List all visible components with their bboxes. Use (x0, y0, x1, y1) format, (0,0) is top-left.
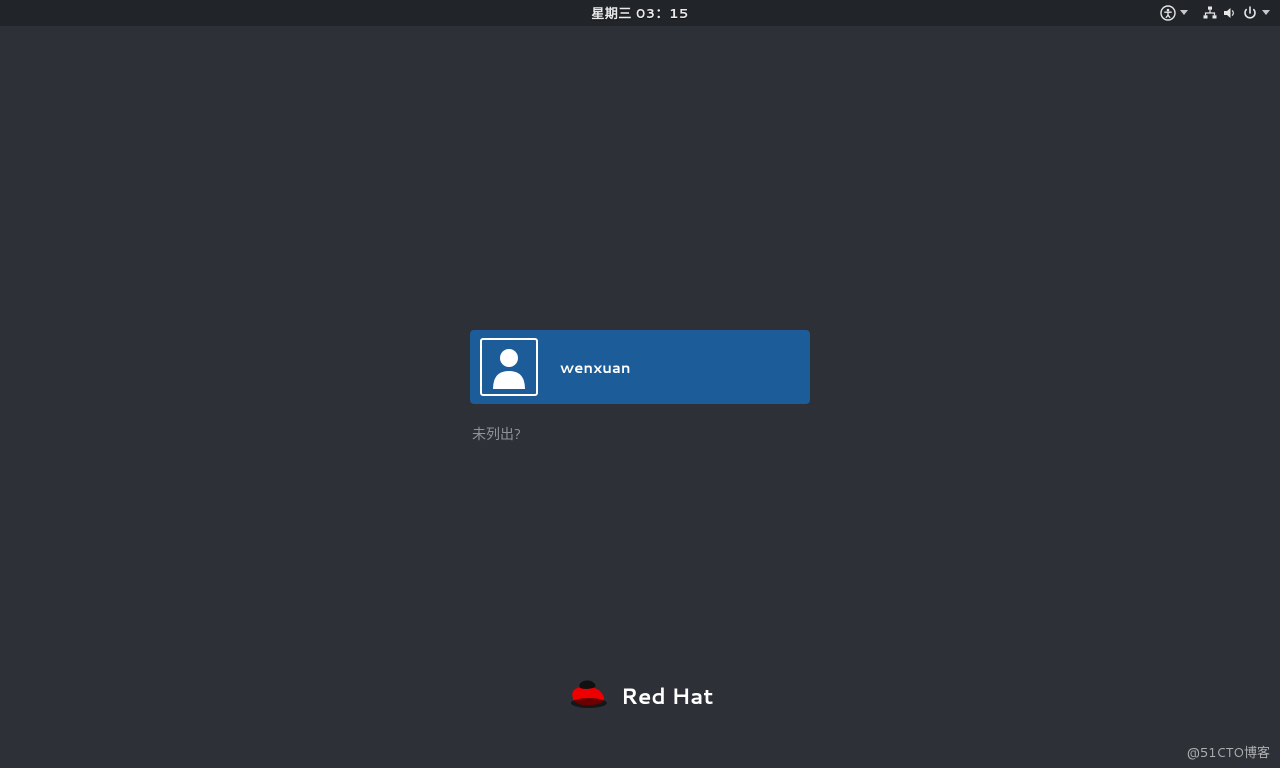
clock-text: 星期三 03：15 (591, 3, 688, 23)
login-panel: wenxuan 未列出? (470, 330, 810, 444)
user-entry[interactable]: wenxuan (470, 330, 810, 404)
accessibility-icon (1160, 5, 1176, 21)
branding: Red Hat (567, 676, 713, 716)
system-menu[interactable] (1202, 5, 1270, 21)
username-label: wenxuan (560, 357, 631, 378)
status-area (1160, 5, 1270, 21)
chevron-down-icon (1180, 10, 1188, 16)
not-listed-link[interactable]: 未列出? (472, 424, 521, 444)
redhat-logo-icon (567, 676, 611, 716)
watermark: @51CTO博客 (1187, 742, 1270, 762)
avatar (480, 338, 538, 396)
clock: 星期三 03：15 (591, 3, 688, 23)
volume-icon (1222, 5, 1238, 21)
chevron-down-icon (1262, 10, 1270, 16)
brand-name: Red Hat (621, 681, 713, 712)
user-icon (489, 345, 529, 389)
network-icon (1202, 5, 1218, 21)
power-icon (1242, 5, 1258, 21)
top-bar: 星期三 03：15 (0, 0, 1280, 26)
accessibility-menu[interactable] (1160, 5, 1188, 21)
